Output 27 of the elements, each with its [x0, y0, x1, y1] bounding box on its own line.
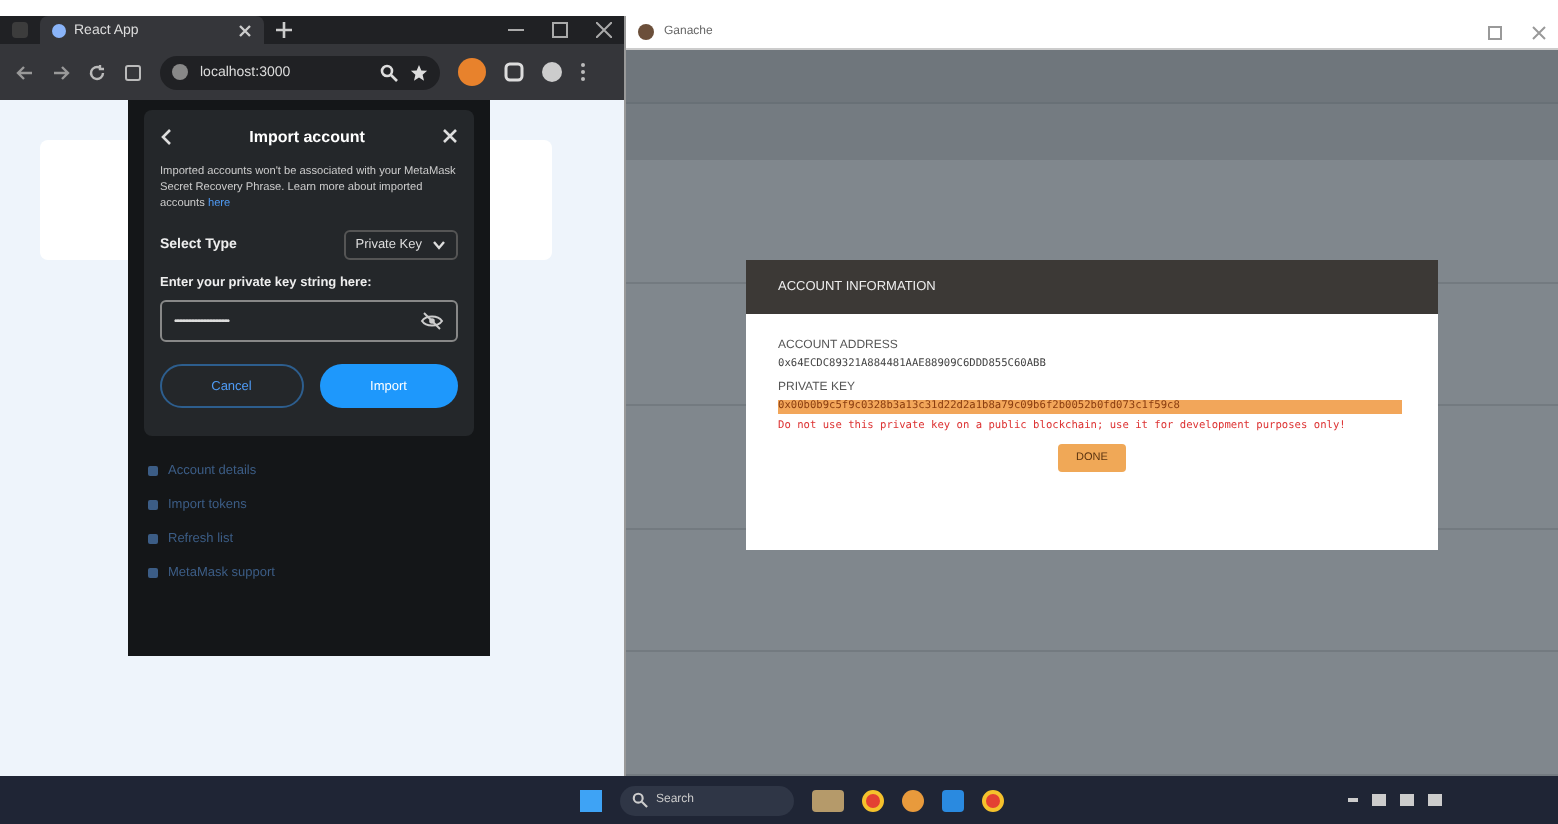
menu-item-icon [148, 534, 158, 545]
reload-icon[interactable] [88, 63, 106, 81]
dialog-title: Import account [249, 127, 365, 145]
close-icon[interactable] [596, 22, 612, 38]
star-icon[interactable] [410, 63, 428, 81]
extensions-icon[interactable] [504, 62, 524, 82]
new-tab-icon[interactable] [276, 22, 292, 38]
close-tab-icon[interactable] [238, 23, 252, 37]
menu-item-icon [148, 500, 158, 511]
taskbar-app-icon[interactable] [862, 789, 884, 811]
forward-icon[interactable] [52, 63, 70, 81]
taskbar-app-icon[interactable] [902, 789, 924, 811]
maximize-icon[interactable] [552, 22, 568, 38]
search-icon [632, 792, 648, 808]
more-icon[interactable] [580, 62, 586, 82]
taskbar-app-icon[interactable] [982, 789, 1004, 811]
site-info-icon[interactable] [172, 64, 188, 80]
taskbar-app-icon[interactable] [942, 789, 964, 811]
profile-avatar-icon[interactable] [542, 62, 562, 82]
taskbar-app-icon[interactable] [812, 789, 844, 811]
zoom-icon[interactable] [380, 63, 398, 81]
eye-slash-icon[interactable] [420, 312, 444, 331]
menu-item-icon [148, 466, 158, 477]
chevron-down-icon [432, 240, 446, 251]
start-icon[interactable] [580, 789, 602, 811]
menu-item-icon [148, 568, 158, 579]
app-logo-icon [638, 24, 654, 40]
